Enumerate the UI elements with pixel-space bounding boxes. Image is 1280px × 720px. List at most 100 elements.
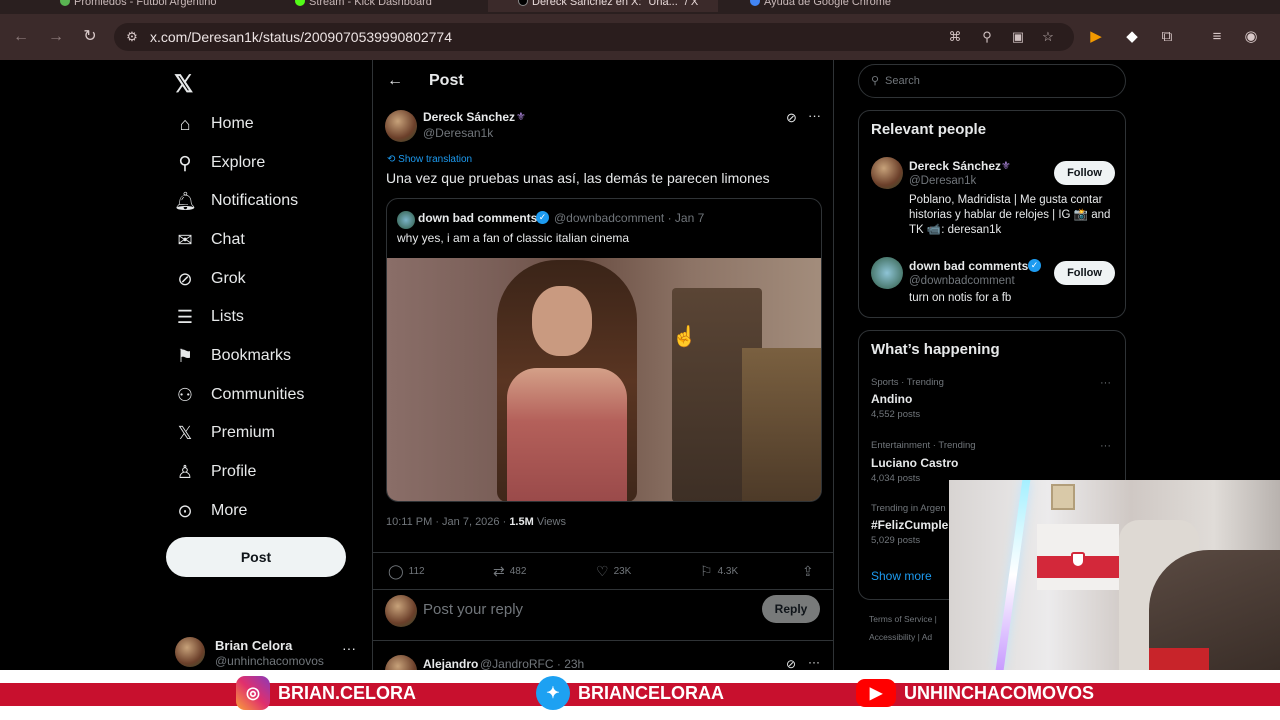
youtube-handle: ▶ UNHINCHACOMOVOS [856, 672, 1094, 714]
extensions-puzzle-icon[interactable]: ⧉ [1157, 27, 1177, 47]
account-handle: @unhinchacomovos [215, 654, 324, 668]
home-icon: ⌂ [179, 114, 191, 134]
trend-more-icon[interactable]: ··· [1100, 440, 1111, 452]
quoted-handle-time: @downbadcomment · Jan 7 [554, 211, 705, 225]
extension-diamond-icon[interactable]: ◆ [1122, 27, 1142, 47]
post-more-icon[interactable]: ··· [808, 655, 820, 669]
follow-button[interactable]: Follow [1054, 261, 1115, 285]
more-dots-icon[interactable]: ··· [342, 640, 356, 656]
avatar [385, 595, 417, 627]
footer-links[interactable]: Accessibility | Ad [869, 632, 932, 642]
grok-icon: ⊘ [177, 269, 193, 289]
quoted-post[interactable]: down bad comments ✓ @downbadcomment · Ja… [386, 198, 822, 502]
reply-item[interactable]: Alejandro @JandroRFC · 23h ⊘ ··· [373, 640, 833, 670]
grok-explain-icon[interactable]: ⊘ [786, 110, 797, 126]
reload-icon[interactable]: ↻ [79, 26, 101, 48]
browser-tab[interactable]: Stream - Kick Dashboard [265, 0, 442, 12]
sidebar-item-more[interactable]: ⊙ More [174, 496, 247, 526]
sidebar-item-premium[interactable]: 𝕏 Premium [174, 418, 275, 448]
sidebar-item-bookmarks[interactable]: ⚑ Bookmarks [174, 341, 291, 371]
reply-handle-time: @JandroRFC · 23h [480, 657, 585, 670]
trend-more-icon[interactable]: ··· [1100, 377, 1111, 389]
twitter-bird-icon: ✦ [536, 676, 570, 710]
repost-action[interactable]: ⇄ 482 [493, 563, 526, 580]
reply-input[interactable]: Post your reply [423, 601, 523, 618]
search-input[interactable] [885, 73, 1115, 89]
instagram-icon: ◎ [236, 676, 270, 710]
mail-icon: ✉ [177, 230, 193, 250]
back-arrow-icon[interactable]: ← [387, 72, 403, 90]
author-name[interactable]: Dereck Sánchez [423, 110, 515, 124]
browser-tab[interactable]: Ayuda de Google Chrome [720, 0, 901, 12]
sidebar-item-chat[interactable]: ✉ Chat [174, 225, 244, 255]
relevant-people-panel: Relevant people Dereck Sánchez ⚜ @Deresa… [858, 110, 1126, 318]
list-icon: ☰ [176, 307, 194, 327]
heart-icon: ♡ [596, 563, 609, 579]
grok-explain-icon[interactable]: ⊘ [786, 657, 796, 670]
author-avatar[interactable] [385, 110, 417, 142]
sidebar-item-profile[interactable]: ♙ Profile [174, 457, 256, 487]
page-title: Post [429, 72, 464, 89]
install-icon[interactable]: ▣ [1010, 29, 1026, 45]
webcam-overlay [949, 480, 1280, 670]
avatar [871, 257, 903, 289]
post-text: Una vez que pruebas unas así, las demás … [386, 170, 770, 186]
address-bar[interactable]: ⚙ x.com/Deresan1k/status/200907053999080… [114, 23, 1074, 51]
person-name[interactable]: down bad comments [909, 259, 1028, 273]
like-action[interactable]: ♡ 23K [596, 563, 631, 580]
quoted-author-name: down bad comments [418, 211, 538, 225]
media-controls-icon[interactable]: ≡ [1207, 27, 1227, 47]
search-icon: ⚲ [178, 153, 192, 173]
bookmark-action[interactable]: ⚐ 4.3K [700, 563, 738, 580]
x-logo-icon[interactable]: 𝕏 [174, 70, 193, 99]
author-handle[interactable]: @Deresan1k [423, 126, 493, 140]
instagram-handle: ◎ BRIAN.CELORA [236, 672, 416, 714]
account-switcher[interactable]: Brian Celora @unhinchacomovos ··· [175, 634, 365, 670]
search-box[interactable]: ⚲ [858, 64, 1126, 98]
bell-icon: 🔔︎ [174, 191, 197, 211]
browser-tab[interactable]: Promiedos - Futbol Argentino [30, 0, 226, 12]
reply-button[interactable]: Reply [762, 595, 820, 623]
sidebar-item-notifications[interactable]: 🔔︎ Notifications [174, 186, 298, 216]
post-button[interactable]: Post [166, 537, 346, 577]
url-text[interactable]: x.com/Deresan1k/status/20090705399908027… [150, 29, 452, 45]
favicon-icon [750, 0, 760, 6]
youtube-icon: ▶ [856, 679, 896, 707]
browser-toolbar: ← → ↻ ⚙ x.com/Deresan1k/status/200907053… [0, 14, 1280, 60]
affiliate-badge-icon: ⚜ [516, 111, 526, 123]
browser-tab-active[interactable]: Dereck Sánchez en X: "Una..." / X [488, 0, 718, 12]
person-handle: @Deresan1k [909, 175, 977, 187]
extension-play-icon[interactable]: ▶ [1086, 27, 1106, 47]
person-bio: Poblano, Madridista | Me gusta contar hi… [909, 194, 1111, 236]
sidebar-item-lists[interactable]: ☰ Lists [174, 302, 244, 332]
footer-links[interactable]: Terms of Service | [869, 614, 937, 624]
sidebar-item-explore[interactable]: ⚲ Explore [174, 148, 265, 178]
show-translation-link[interactable]: ⟲ Show translation [387, 154, 472, 165]
reply-action[interactable]: ◯ 112 [388, 563, 425, 580]
quoted-media-image[interactable] [387, 258, 821, 501]
follow-button[interactable]: Follow [1054, 161, 1115, 185]
person-name[interactable]: Dereck Sánchez [909, 159, 1001, 173]
x-favicon-icon [518, 0, 528, 6]
reply-author-name[interactable]: Alejandro [423, 657, 478, 670]
sidebar-item-home[interactable]: ⌂ Home [174, 109, 254, 139]
star-icon[interactable]: ☆ [1040, 29, 1056, 45]
account-name: Brian Celora [215, 638, 293, 653]
site-info-icon[interactable]: ⚙ [124, 29, 140, 45]
profile-avatar-icon[interactable]: ◉ [1241, 27, 1261, 47]
forward-icon[interactable]: → [45, 26, 67, 48]
favicon-icon [295, 0, 305, 6]
sidebar-item-grok[interactable]: ⊘ Grok [174, 264, 245, 294]
post-more-icon[interactable]: ··· [808, 108, 821, 123]
avatar [175, 637, 205, 667]
back-icon[interactable]: ← [10, 26, 32, 48]
translate-icon[interactable]: ⌘ [947, 29, 963, 45]
avatar [385, 655, 417, 670]
left-sidebar: 𝕏 ⌂ Home ⚲ Explore 🔔︎ Notifications ✉ Chat ⊘… [160, 60, 370, 670]
share-action[interactable]: ⇪ [802, 563, 814, 580]
sidebar-item-communities[interactable]: ⚇ Communities [174, 380, 304, 410]
person-handle: @downbadcomment [909, 275, 1015, 287]
zoom-icon[interactable]: ⚲ [979, 29, 995, 45]
show-more-link[interactable]: Show more [871, 569, 932, 583]
verified-badge-icon: ✓ [1028, 259, 1041, 272]
